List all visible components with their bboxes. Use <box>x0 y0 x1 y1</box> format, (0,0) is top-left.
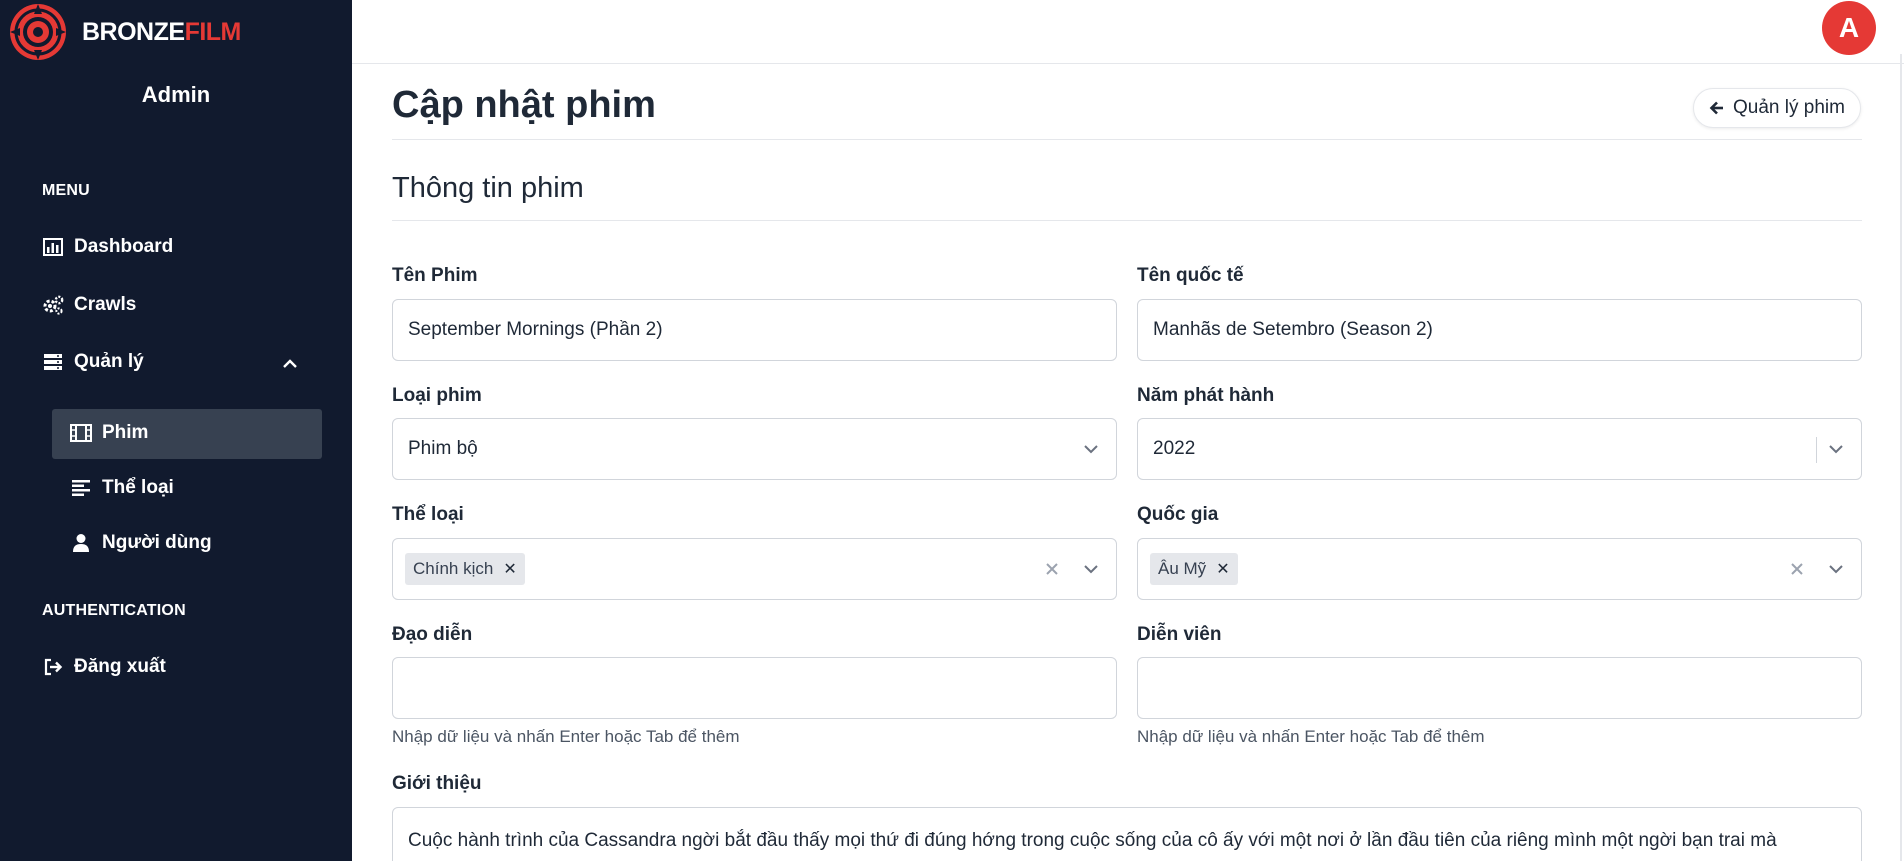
country-tag: Âu Mỹ ✕ <box>1150 553 1238 585</box>
introduction-label: Giới thiệu <box>392 773 482 794</box>
director-field[interactable] <box>392 657 1117 719</box>
sidebar-item-users[interactable]: Người dùng <box>70 532 212 554</box>
select-separator <box>1816 437 1817 463</box>
country-tag-label: Âu Mỹ <box>1158 559 1207 578</box>
sidebar-item-label: Người dùng <box>102 532 212 553</box>
sidebar-item-label: Dashboard <box>74 236 174 257</box>
actors-label: Diễn viên <box>1137 624 1222 645</box>
sidebar: BRONZEFILM Admin MENU Dashboard Crawls Q… <box>0 0 352 861</box>
brand-name-part2: FILM <box>184 17 242 46</box>
country-multiselect[interactable]: Âu Mỹ ✕ <box>1137 538 1862 600</box>
sidebar-item-label: Đăng xuất <box>74 656 166 677</box>
align-left-icon <box>70 477 92 499</box>
sidebar-item-manage[interactable]: Quản lý <box>42 351 144 373</box>
back-to-film-management-button[interactable]: Quản lý phim <box>1693 88 1861 128</box>
international-name-label: Tên quốc tế <box>1137 265 1244 286</box>
authentication-section-label: AUTHENTICATION <box>42 602 186 619</box>
arrow-left-icon <box>1709 100 1725 116</box>
top-bar <box>352 0 1904 64</box>
sign-out-icon <box>42 656 64 678</box>
film-reel-logo-icon <box>8 2 68 62</box>
chevron-down-icon[interactable] <box>1080 558 1102 580</box>
actors-input[interactable] <box>1153 677 1861 699</box>
international-name-field[interactable] <box>1137 299 1862 361</box>
menu-section-label: MENU <box>42 182 90 199</box>
user-avatar[interactable]: A <box>1822 1 1876 55</box>
sidebar-item-films[interactable]: Phim <box>70 422 148 444</box>
international-name-input[interactable] <box>1153 319 1861 341</box>
release-year-select[interactable]: 2022 <box>1137 418 1862 480</box>
film-name-input[interactable] <box>408 319 1116 341</box>
sidebar-item-dashboard[interactable]: Dashboard <box>42 236 173 258</box>
page-title: Cập nhật phim <box>392 84 656 126</box>
actors-field[interactable] <box>1137 657 1862 719</box>
director-hint: Nhập dữ liệu và nhấn Enter hoặc Tab để t… <box>392 727 740 746</box>
director-label: Đạo diễn <box>392 624 473 645</box>
user-icon <box>70 532 92 554</box>
release-year-value: 2022 <box>1153 438 1196 459</box>
brand-logo[interactable]: BRONZEFILM <box>8 2 241 62</box>
chevron-up-icon[interactable] <box>280 354 300 374</box>
clear-icon[interactable] <box>1787 559 1807 579</box>
chevron-down-icon[interactable] <box>1080 438 1102 460</box>
film-icon <box>70 422 92 444</box>
divider <box>392 220 1862 221</box>
cogs-icon <box>42 294 64 316</box>
introduction-textarea[interactable]: Cuộc hành trình của Cassandra ngời bắt đ… <box>392 807 1862 861</box>
sidebar-item-logout[interactable]: Đăng xuất <box>42 656 166 678</box>
chevron-down-icon[interactable] <box>1825 438 1847 460</box>
brand-name-part1: BRONZE <box>82 17 185 46</box>
back-button-label: Quản lý phim <box>1733 97 1845 118</box>
remove-tag-icon[interactable]: ✕ <box>1216 559 1229 579</box>
section-title: Thông tin phim <box>392 172 584 204</box>
genre-multiselect[interactable]: Chính kịch ✕ <box>392 538 1117 600</box>
remove-tag-icon[interactable]: ✕ <box>503 559 516 579</box>
sidebar-item-genres[interactable]: Thể loại <box>70 477 174 499</box>
actors-hint: Nhập dữ liệu và nhấn Enter hoặc Tab để t… <box>1137 727 1485 746</box>
server-icon <box>42 351 64 373</box>
genre-tag: Chính kịch ✕ <box>405 553 525 585</box>
sidebar-item-crawls[interactable]: Crawls <box>42 294 136 316</box>
release-year-label: Năm phát hành <box>1137 385 1275 406</box>
chevron-down-icon[interactable] <box>1825 558 1847 580</box>
genre-tag-label: Chính kịch <box>413 559 494 578</box>
film-type-label: Loại phim <box>392 385 482 406</box>
scrollbar-track[interactable] <box>1900 54 1902 861</box>
country-label: Quốc gia <box>1137 504 1219 525</box>
director-input[interactable] <box>408 677 1116 699</box>
film-name-field[interactable] <box>392 299 1117 361</box>
film-type-value: Phim bộ <box>408 438 478 459</box>
sidebar-item-label: Crawls <box>74 294 137 315</box>
sidebar-item-label: Phim <box>102 422 149 443</box>
clear-icon[interactable] <box>1042 559 1062 579</box>
sidebar-item-label: Thể loại <box>102 477 174 498</box>
sidebar-item-label: Quản lý <box>74 351 144 372</box>
brand-name: BRONZEFILM <box>82 18 241 47</box>
film-type-select[interactable]: Phim bộ <box>392 418 1117 480</box>
chart-bar-icon <box>42 236 64 258</box>
divider <box>392 139 1862 140</box>
genre-label: Thể loại <box>392 504 464 525</box>
film-name-label: Tên Phim <box>392 265 478 286</box>
admin-name: Admin <box>141 82 211 107</box>
